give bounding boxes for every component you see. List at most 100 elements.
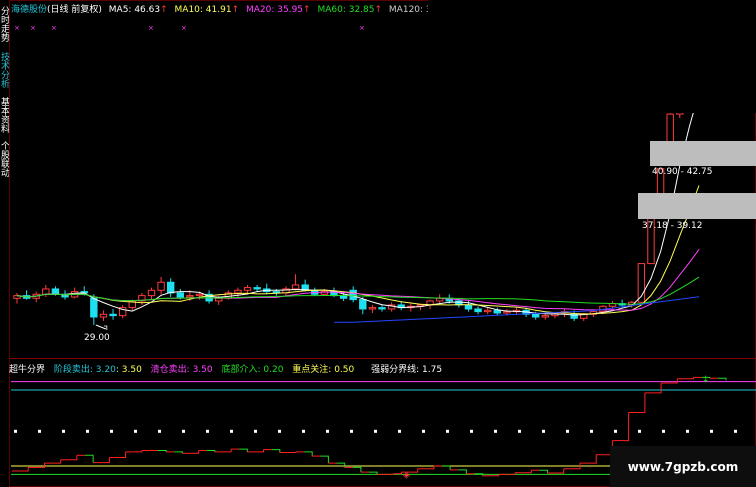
indicator-step <box>506 472 516 475</box>
strength-line-dot <box>86 429 89 433</box>
strength-line-dot <box>446 429 449 433</box>
strength-line-dot <box>590 429 593 433</box>
sell-signal-icon: ↓ <box>702 375 710 385</box>
candle-body <box>368 307 377 310</box>
strength-line-dot <box>662 429 665 433</box>
ma10-arrow: ↑ <box>231 5 240 15</box>
strength-line-dot <box>710 429 713 433</box>
indicator-step <box>442 465 451 470</box>
bottom-entry-value: 底部介入: 0.20 <box>221 365 284 375</box>
ma5-value: MA5: 46.63 <box>108 5 161 15</box>
ma20-value: MA20: 35.95 <box>245 5 304 15</box>
candle-body <box>90 297 98 318</box>
indicator-step <box>20 467 29 472</box>
indicator-step <box>287 451 297 453</box>
indicator-step <box>206 450 216 452</box>
strength-line-value: 强弱分界线: 1.75 <box>371 365 443 375</box>
ma60-line <box>16 276 700 305</box>
indicator-legend-bar: 超牛分界 阶段卖出: 3.20: 3.50 清仓卖出: 3.50 底部介入: 0… <box>9 362 444 375</box>
indicator-step <box>669 378 678 384</box>
candle-body <box>541 315 550 318</box>
candle-body <box>99 313 108 318</box>
indicator-step <box>555 468 565 474</box>
indicator-step <box>588 454 597 464</box>
low-price-label: 29.00 <box>84 333 110 343</box>
indicator-step <box>409 468 419 473</box>
candle-body <box>109 313 117 317</box>
indicator-step <box>653 383 662 394</box>
stock-name: 海德股份 <box>11 5 48 15</box>
strength-line-dot <box>230 429 233 433</box>
candle-body <box>253 287 261 290</box>
strength-line-dot <box>38 429 41 433</box>
indicator-step <box>133 450 143 453</box>
indicator-step <box>223 449 232 453</box>
indicator-step <box>117 451 127 458</box>
ma10-value: MA10: 41.91 <box>174 5 232 15</box>
focus-value: 重点关注: 0.50 <box>292 365 355 375</box>
indicator-step <box>458 469 467 474</box>
indicator-step <box>336 462 346 468</box>
watermark: www.7gpzb.com <box>610 446 756 487</box>
signal-marker: × <box>359 24 365 32</box>
ma60-arrow: ↑ <box>374 5 383 15</box>
indicator-step <box>174 451 183 454</box>
stage-sell-value-1: 3.20 <box>95 365 116 375</box>
candle-body <box>215 297 223 302</box>
indicator-step <box>68 455 78 461</box>
indicator-name: 超牛分界 <box>9 365 46 375</box>
indicator-step <box>255 449 264 453</box>
stage-sell-value-2: 3.50 <box>121 365 142 375</box>
strength-line-dot <box>350 429 353 433</box>
candle-body <box>42 288 50 295</box>
strength-line-dot <box>566 429 569 433</box>
candle-body <box>186 295 194 298</box>
strength-line-dot <box>110 429 113 433</box>
stage-sell-label: 阶段卖出: <box>53 365 96 375</box>
indicator-step <box>523 470 532 474</box>
candle-body <box>291 284 300 290</box>
strength-line-dot <box>134 429 137 433</box>
candle-body <box>166 281 175 294</box>
candle-body <box>532 313 540 318</box>
strength-line-dot <box>302 429 305 433</box>
ma5-line <box>16 92 700 316</box>
ma20-arrow: ↑ <box>303 5 311 15</box>
strength-line-dot <box>206 429 209 433</box>
strength-line-dot <box>518 429 521 433</box>
candle-body <box>464 304 473 310</box>
indicator-step <box>620 412 630 442</box>
indicator-step <box>85 454 94 463</box>
indicator-step <box>158 450 167 452</box>
indicator-step <box>239 448 248 452</box>
strength-line-dot <box>734 429 737 433</box>
signal-marker: × <box>14 24 20 32</box>
strength-line-dot <box>614 429 617 433</box>
entry-signal-icon: ◈ <box>403 470 410 480</box>
strength-line-dot <box>422 429 425 433</box>
strength-line-dot <box>542 429 545 433</box>
indicator-step <box>685 377 694 380</box>
indicator-step <box>320 455 329 464</box>
indicator-step <box>36 463 45 468</box>
indicator-step <box>636 392 646 413</box>
strength-line-dot <box>686 429 689 433</box>
stage-sell-separator: : <box>115 365 122 375</box>
strength-line-dot <box>494 429 497 433</box>
ma60-value: MA60: 32.85 <box>317 5 375 15</box>
candle-body <box>483 309 492 313</box>
ma-legend-bar: 海德股份(日线 前复权) MA5: 46.63↑ MA10: 41.91↑ MA… <box>11 2 456 16</box>
strength-line-dot <box>278 429 281 433</box>
candle-body <box>147 289 156 297</box>
indicator-step <box>190 450 200 454</box>
overlay-box-middle <box>208 224 547 261</box>
candle-body <box>176 292 184 298</box>
indicator-step <box>101 457 110 464</box>
candle-body <box>243 287 252 291</box>
candle-body <box>195 293 204 297</box>
overlay-box-top-right <box>428 0 756 113</box>
ma5-arrow: ↑ <box>160 5 168 15</box>
candle-body <box>493 309 501 314</box>
indicator-step <box>539 469 548 473</box>
signal-marker: × <box>181 24 187 32</box>
